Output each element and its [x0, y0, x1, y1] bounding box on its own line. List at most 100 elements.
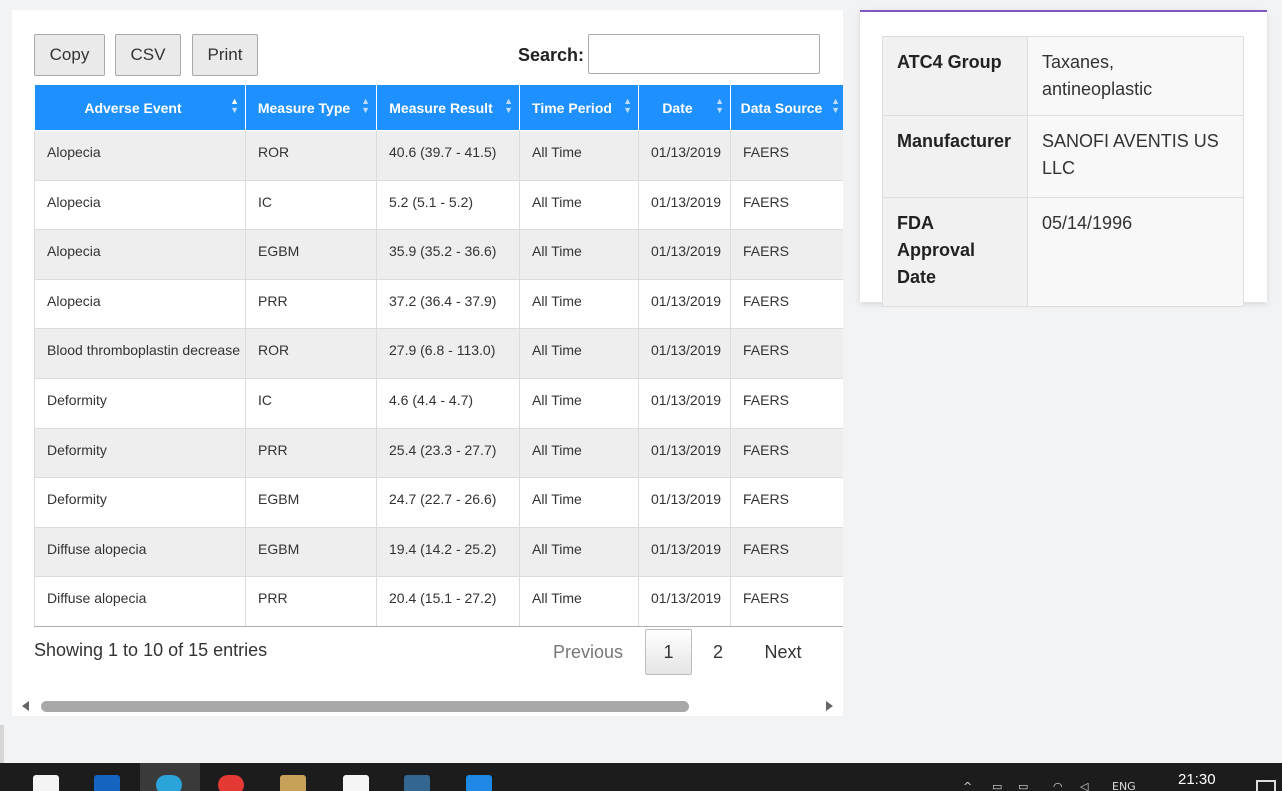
adverse-events-table: Adverse Event ▲ ▼ Measure Type ▲ ▼ Measure R… — [34, 84, 843, 627]
cell-data-source: FAERS — [730, 526, 843, 578]
scroll-right-arrow-icon[interactable] — [826, 701, 833, 711]
cell-date: 01/13/2019 — [638, 427, 731, 479]
vscode-icon[interactable] — [466, 775, 492, 791]
volume-icon[interactable]: ◁ — [1080, 780, 1088, 791]
cell-date: 01/13/2019 — [638, 229, 731, 280]
search-input[interactable] — [588, 34, 820, 74]
cell-data-source: FAERS — [730, 377, 843, 429]
drug-info-row: FDA Approval Date 05/14/1996 — [882, 197, 1244, 307]
notepad-icon[interactable] — [280, 775, 306, 791]
cell-measure-type: IC — [245, 179, 377, 231]
scroll-left-arrow-icon[interactable] — [22, 701, 29, 711]
cell-data-source: FAERS — [730, 130, 843, 181]
chrome-browser-icon[interactable] — [218, 775, 244, 791]
chevron-up-icon[interactable]: ^ — [963, 780, 972, 791]
horizontal-scrollbar[interactable] — [12, 696, 843, 716]
cell-date: 01/13/2019 — [638, 377, 731, 429]
cell-time-period: All Time — [519, 576, 639, 627]
info-key: Manufacturer — [882, 115, 1028, 198]
cell-data-source: FAERS — [730, 278, 843, 330]
info-value: Taxanes, antineoplastic — [1027, 36, 1244, 116]
table-row: Alopecia ROR 40.6 (39.7 - 41.5) All Time… — [34, 130, 843, 181]
table-row: Alopecia PRR 37.2 (36.4 - 37.9) All Time… — [34, 278, 843, 330]
cell-time-period: All Time — [519, 328, 639, 379]
print-button[interactable]: Print — [192, 34, 258, 76]
cell-measure-result: 40.6 (39.7 - 41.5) — [376, 130, 520, 181]
clock[interactable]: 21:30 — [1178, 771, 1216, 788]
cell-measure-type: PRR — [245, 278, 377, 330]
cell-measure-result: 5.2 (5.1 - 5.2) — [376, 179, 520, 231]
cell-adverse-event: Alopecia — [34, 278, 246, 330]
cell-date: 01/13/2019 — [638, 576, 731, 627]
cell-measure-type: PRR — [245, 427, 377, 479]
scrollbar-thumb[interactable] — [41, 701, 689, 712]
window-edge — [0, 725, 4, 763]
cell-measure-type: EGBM — [245, 526, 377, 578]
cell-measure-type: EGBM — [245, 229, 377, 280]
cell-measure-result: 37.2 (36.4 - 37.9) — [376, 278, 520, 330]
sort-icon: ▲ ▼ — [504, 96, 513, 115]
cell-measure-result: 20.4 (15.1 - 27.2) — [376, 576, 520, 627]
table-row: Deformity PRR 25.4 (23.3 - 27.7) All Tim… — [34, 427, 843, 479]
cell-data-source: FAERS — [730, 328, 843, 379]
info-key: ATC4 Group — [882, 36, 1028, 116]
cell-date: 01/13/2019 — [638, 130, 731, 181]
table-row: Blood thromboplastin decrease ROR 27.9 (… — [34, 328, 843, 379]
table-header-row: Adverse Event ▲ ▼ Measure Type ▲ ▼ Measure R… — [34, 84, 843, 131]
cell-adverse-event: Blood thromboplastin decrease — [34, 328, 246, 379]
edge-browser-icon[interactable] — [156, 775, 182, 791]
cell-time-period: All Time — [519, 229, 639, 280]
cell-data-source: FAERS — [730, 576, 843, 627]
cell-date: 01/13/2019 — [638, 526, 731, 578]
cell-adverse-event: Diffuse alopecia — [34, 526, 246, 578]
cell-adverse-event: Deformity — [34, 427, 246, 479]
column-header-adverse-event[interactable]: Adverse Event ▲ ▼ — [34, 84, 246, 131]
sort-icon: ▲ ▼ — [715, 96, 724, 115]
outlook-icon[interactable] — [94, 775, 120, 791]
postgresql-icon[interactable] — [404, 775, 430, 791]
info-value: SANOFI AVENTIS US LLC — [1027, 115, 1244, 198]
column-header-data-source[interactable]: Data Source ▲ ▼ — [730, 84, 843, 131]
pagination-info: Showing 1 to 10 of 15 entries — [34, 640, 268, 660]
meet-now-icon[interactable]: ▭ — [992, 780, 1002, 791]
column-header-label: Data Source — [740, 99, 823, 116]
cell-adverse-event: Alopecia — [34, 130, 246, 181]
page-2-button[interactable]: 2 — [702, 629, 734, 675]
page-1-button[interactable]: 1 — [645, 629, 692, 675]
copy-button[interactable]: Copy — [34, 34, 105, 76]
sort-icon: ▲ ▼ — [623, 96, 632, 115]
table-row: Alopecia EGBM 35.9 (35.2 - 36.6) All Tim… — [34, 229, 843, 280]
next-page-button[interactable]: Next — [754, 629, 812, 675]
cell-adverse-event: Alopecia — [34, 229, 246, 280]
column-header-time-period[interactable]: Time Period ▲ ▼ — [519, 84, 639, 131]
file-icon[interactable] — [343, 775, 369, 791]
cell-measure-result: 35.9 (35.2 - 36.6) — [376, 229, 520, 280]
cell-measure-result: 24.7 (22.7 - 26.6) — [376, 477, 520, 528]
table-row: Diffuse alopecia PRR 20.4 (15.1 - 27.2) … — [34, 576, 843, 627]
store-icon[interactable] — [33, 775, 59, 791]
cell-measure-type: ROR — [245, 130, 377, 181]
previous-page-button[interactable]: Previous — [542, 629, 634, 675]
cell-measure-result: 4.6 (4.4 - 4.7) — [376, 377, 520, 429]
column-header-measure-type[interactable]: Measure Type ▲ ▼ — [245, 84, 377, 131]
battery-icon[interactable]: ▭ — [1018, 780, 1028, 791]
language-indicator[interactable]: ENG — [1112, 780, 1136, 791]
column-header-date[interactable]: Date ▲ ▼ — [638, 84, 731, 131]
table-row: Diffuse alopecia EGBM 19.4 (14.2 - 25.2)… — [34, 526, 843, 578]
wifi-icon[interactable]: ◠ — [1053, 780, 1063, 791]
drug-info-table: ATC4 Group Taxanes, antineoplastic Manuf… — [882, 36, 1244, 307]
table-row: Deformity EGBM 24.7 (22.7 - 26.6) All Ti… — [34, 477, 843, 528]
notification-icon[interactable] — [1256, 780, 1276, 791]
column-header-label: Measure Result — [389, 99, 493, 116]
drug-info-row: Manufacturer SANOFI AVENTIS US LLC — [882, 115, 1244, 198]
column-header-measure-result[interactable]: Measure Result ▲ ▼ — [376, 84, 520, 131]
cell-time-period: All Time — [519, 427, 639, 479]
cell-date: 01/13/2019 — [638, 328, 731, 379]
search-label: Search: — [518, 45, 585, 65]
cell-measure-result: 19.4 (14.2 - 25.2) — [376, 526, 520, 578]
drug-info-row: ATC4 Group Taxanes, antineoplastic — [882, 36, 1244, 116]
drug-info-panel: ATC4 Group Taxanes, antineoplastic Manuf… — [860, 10, 1267, 307]
csv-button[interactable]: CSV — [115, 34, 181, 76]
page-bottom-area — [0, 725, 1282, 763]
column-header-label: Time Period — [532, 99, 612, 116]
